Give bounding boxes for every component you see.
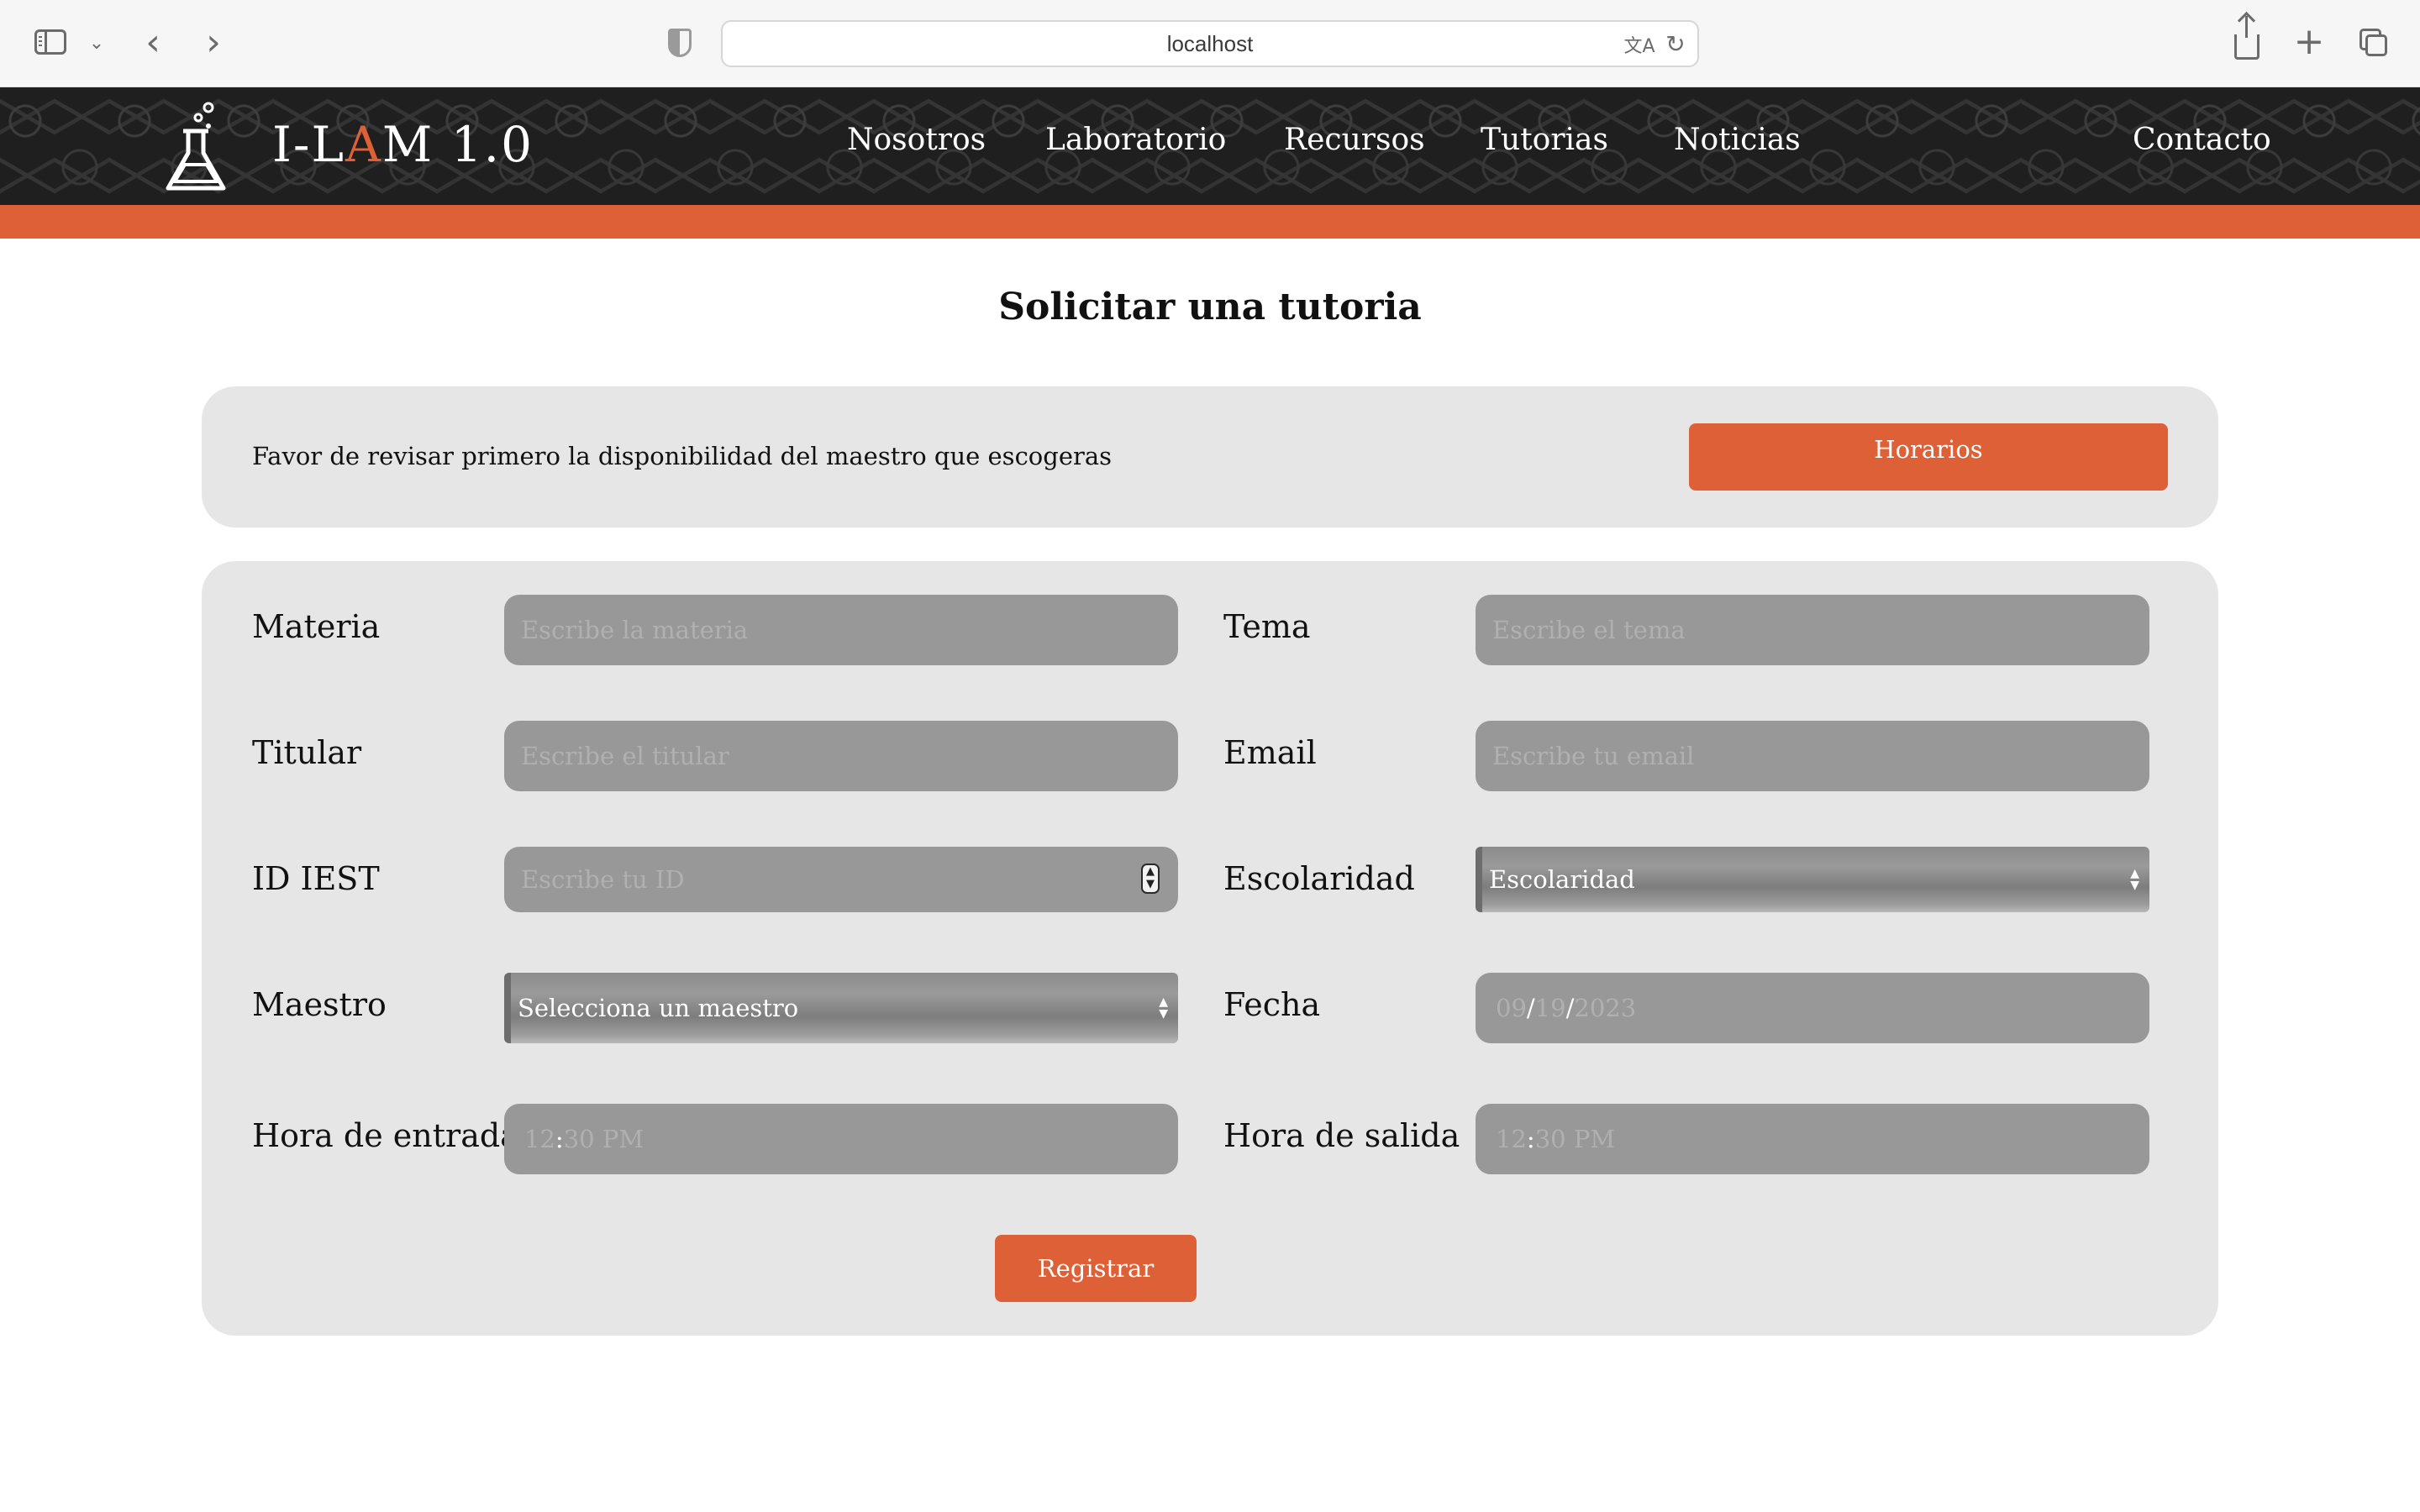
nav-tutorias[interactable]: Tutorias [1481, 123, 1608, 173]
number-stepper-icon[interactable]: ▲ ▼ [1141, 864, 1160, 894]
url-text: localhost [1166, 30, 1254, 56]
shield-icon[interactable] [666, 27, 694, 59]
fecha-separator: / [1565, 994, 1575, 1022]
fecha-separator: / [1526, 994, 1535, 1022]
header-accent-band [0, 205, 2420, 239]
logo-accent-letter: A [345, 116, 382, 173]
escolaridad-label: Escolaridad [1223, 860, 1415, 897]
nav-contacto[interactable]: Contacto [2133, 123, 2271, 173]
maestro-label: Maestro [252, 986, 387, 1023]
address-bar[interactable]: localhost 文A ↻ [721, 20, 1699, 67]
id-iest-input[interactable]: Escribe tu ID ▲ ▼ [504, 847, 1178, 912]
horarios-button[interactable]: Horarios [1689, 423, 2168, 491]
tema-label: Tema [1223, 608, 1311, 645]
reload-icon[interactable]: ↻ [1662, 30, 1689, 58]
fecha-day[interactable]: 19 [1535, 994, 1566, 1022]
nav-laboratorio[interactable]: Laboratorio [1045, 123, 1226, 173]
hora-salida-minute[interactable]: 30 [1535, 1125, 1566, 1153]
chevron-down-icon[interactable]: ⌄ [84, 30, 109, 55]
fecha-label: Fecha [1223, 986, 1321, 1023]
escolaridad-selected: Escolaridad [1489, 865, 1635, 894]
hora-entrada-period[interactable]: PM [602, 1125, 644, 1153]
fecha-year[interactable]: 2023 [1574, 994, 1636, 1022]
email-input[interactable]: Escribe tu email [1476, 721, 2149, 791]
materia-input[interactable]: Escribe la materia [504, 595, 1178, 665]
page-title: Solicitar una tutoria [998, 286, 1422, 328]
time-separator: : [1526, 1125, 1535, 1153]
fecha-month[interactable]: 09 [1496, 994, 1527, 1022]
select-arrows-icon: ▲ ▼ [2130, 867, 2139, 892]
id-iest-label: ID IEST [252, 860, 380, 897]
flask-icon[interactable] [165, 101, 227, 193]
plus-icon[interactable]: + [2292, 20, 2326, 63]
sidebar-icon[interactable] [32, 27, 69, 57]
nav-nosotros[interactable]: Nosotros [847, 123, 986, 173]
logo-suffix: M 1.0 [381, 116, 534, 173]
hora-salida-input[interactable]: 12:30 PM [1476, 1104, 2149, 1174]
availability-notice: Favor de revisar primero la disponibilid… [202, 386, 2218, 528]
materia-label: Materia [252, 608, 381, 645]
registrar-button[interactable]: Registrar [995, 1235, 1197, 1302]
logo-prefix: I-L [272, 116, 346, 173]
tabs-icon[interactable] [2356, 25, 2390, 59]
hora-entrada-input[interactable]: 12:30 PM [504, 1104, 1178, 1174]
nav-noticias[interactable]: Noticias [1674, 123, 1801, 173]
maestro-selected: Selecciona un maestro [518, 994, 799, 1022]
fecha-input[interactable]: 09/19/2023 [1476, 973, 2149, 1043]
share-icon[interactable] [2230, 16, 2264, 60]
id-iest-placeholder: Escribe tu ID [521, 865, 685, 894]
time-separator: : [555, 1125, 564, 1153]
notice-text: Favor de revisar primero la disponibilid… [252, 442, 1113, 470]
hora-entrada-minute[interactable]: 30 [564, 1125, 595, 1153]
titular-label: Titular [252, 734, 362, 771]
forward-arrow-icon[interactable]: › [198, 21, 229, 64]
hora-salida-hour[interactable]: 12 [1496, 1125, 1527, 1153]
select-arrows-icon: ▲ ▼ [1159, 995, 1168, 1021]
hora-salida-label: Hora de salida [1223, 1117, 1460, 1154]
hora-entrada-label: Hora de entrada [252, 1117, 519, 1154]
maestro-select[interactable]: Selecciona un maestro ▲ ▼ [504, 973, 1178, 1043]
browser-toolbar: ⌄ ‹ › localhost 文A ↻ + [0, 0, 2420, 87]
nav-recursos[interactable]: Recursos [1284, 123, 1425, 173]
tema-input[interactable]: Escribe el tema [1476, 595, 2149, 665]
titular-input[interactable]: Escribe el titular [504, 721, 1178, 791]
site-logo-text[interactable]: I-LAM 1.0 [272, 116, 534, 175]
email-label: Email [1223, 734, 1317, 771]
hora-salida-period[interactable]: PM [1574, 1125, 1615, 1153]
tutoring-form: Materia Escribe la materia Tema Escribe … [202, 561, 2218, 1336]
back-arrow-icon[interactable]: ‹ [138, 21, 168, 64]
translate-icon[interactable]: 文A [1623, 32, 1655, 57]
escolaridad-select[interactable]: Escolaridad ▲ ▼ [1476, 847, 2149, 912]
hora-entrada-hour[interactable]: 12 [524, 1125, 555, 1153]
